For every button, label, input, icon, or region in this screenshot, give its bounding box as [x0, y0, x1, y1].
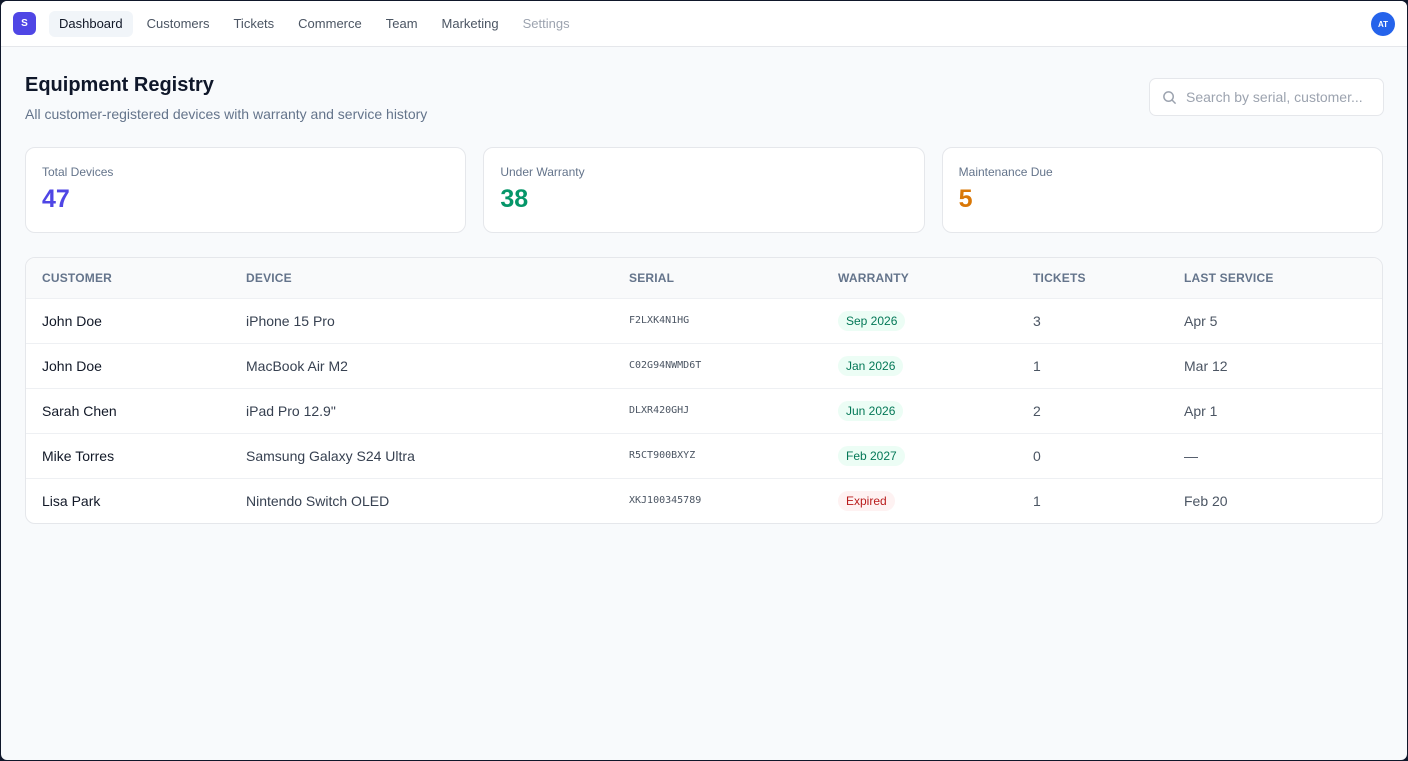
- cell-last-service: Mar 12: [1168, 343, 1382, 389]
- search-box[interactable]: [1149, 78, 1384, 116]
- cell-tickets: 2: [1017, 388, 1168, 434]
- column-header-warranty[interactable]: WARRANTY: [822, 258, 1017, 299]
- top-navbar: S Dashboard Customers Tickets Commerce T…: [1, 1, 1407, 47]
- stat-value: 47: [42, 185, 70, 213]
- cell-tickets: 0: [1017, 433, 1168, 479]
- stat-value: 5: [958, 185, 973, 213]
- warranty-badge: Jun 2026: [838, 400, 904, 421]
- cell-warranty: Feb 2027: [822, 433, 1017, 479]
- nav-item-customers[interactable]: Customers: [137, 11, 220, 37]
- cell-device: iPad Pro 12.9": [230, 388, 613, 434]
- column-header-customer[interactable]: CUSTOMER: [26, 258, 230, 299]
- cell-serial: DLXR420GHJ: [613, 388, 822, 434]
- cell-serial: F2LXK4N1HG: [613, 298, 822, 344]
- cell-last-service: —: [1168, 433, 1382, 479]
- equipment-table-card: CUSTOMER DEVICE SERIAL WARRANTY TICKETS …: [25, 257, 1383, 524]
- cell-serial: C02G94NWMD6T: [613, 343, 822, 389]
- stat-card-maintenance-due: Maintenance Due 5: [941, 147, 1383, 233]
- warranty-badge: Sep 2026: [838, 310, 906, 331]
- cell-warranty: Expired: [822, 478, 1017, 523]
- cell-device: Nintendo Switch OLED: [246, 492, 390, 509]
- table-row[interactable]: Lisa Park Nintendo Switch OLED XKJ100345…: [26, 478, 1382, 523]
- cell-device: iPhone 15 Pro: [230, 298, 613, 344]
- nav-item-marketing[interactable]: Marketing: [432, 11, 509, 37]
- stat-label: Under Warranty: [500, 165, 585, 179]
- equipment-table: CUSTOMER DEVICE SERIAL WARRANTY TICKETS …: [26, 258, 1382, 523]
- main-nav: Dashboard Customers Tickets Commerce Tea…: [49, 10, 580, 37]
- cell-tickets: 1: [1033, 492, 1041, 509]
- cell-customer: John Doe: [26, 343, 230, 389]
- user-avatar[interactable]: AT: [1371, 12, 1395, 36]
- stats-row: Total Devices 47 Under Warranty 38 Maint…: [25, 147, 1383, 233]
- cell-tickets: 1: [1017, 343, 1168, 389]
- search-icon: [1163, 90, 1177, 104]
- cell-warranty: Jun 2026: [822, 388, 1017, 434]
- warranty-badge: Feb 2027: [838, 445, 905, 466]
- column-header-serial[interactable]: SERIAL: [613, 258, 822, 299]
- stat-card-total-devices: Total Devices 47: [25, 147, 467, 233]
- stat-label: Total Devices: [42, 165, 114, 179]
- nav-item-commerce[interactable]: Commerce: [288, 11, 372, 37]
- column-header-last-service[interactable]: LAST SERVICE: [1168, 258, 1382, 299]
- table-header-row: CUSTOMER DEVICE SERIAL WARRANTY TICKETS …: [26, 258, 1382, 299]
- cell-customer: Sarah Chen: [26, 388, 230, 434]
- cell-customer: John Doe: [26, 298, 230, 344]
- cell-last-service: Feb 20: [1184, 492, 1228, 509]
- cell-serial: XKJ100345789: [629, 495, 702, 507]
- cell-customer: Lisa Park: [42, 492, 101, 509]
- cell-warranty: Jan 2026: [822, 343, 1017, 389]
- cell-tickets: 3: [1017, 298, 1168, 344]
- search-input[interactable]: [1186, 89, 1381, 105]
- table-row[interactable]: Sarah Chen iPad Pro 12.9" DLXR420GHJ Jun…: [26, 388, 1382, 434]
- nav-item-dashboard[interactable]: Dashboard: [49, 10, 133, 37]
- warranty-badge: Expired: [838, 490, 895, 511]
- cell-warranty: Sep 2026: [822, 298, 1017, 344]
- cell-device: Samsung Galaxy S24 Ultra: [230, 433, 613, 479]
- cell-customer: Mike Torres: [26, 433, 230, 479]
- table-row[interactable]: John Doe MacBook Air M2 C02G94NWMD6T Jan…: [26, 343, 1382, 389]
- column-header-device[interactable]: DEVICE: [230, 258, 613, 299]
- nav-item-settings[interactable]: Settings: [513, 11, 580, 37]
- cell-last-service: Apr 5: [1168, 298, 1382, 344]
- column-header-tickets[interactable]: TICKETS: [1017, 258, 1168, 299]
- stat-value: 38: [500, 185, 529, 213]
- nav-item-tickets[interactable]: Tickets: [223, 11, 284, 37]
- warranty-badge: Jan 2026: [838, 355, 904, 376]
- table-row[interactable]: Mike Torres Samsung Galaxy S24 Ultra R5C…: [26, 433, 1382, 479]
- table-row[interactable]: John Doe iPhone 15 Pro F2LXK4N1HG Sep 20…: [26, 298, 1382, 344]
- app-window: S Dashboard Customers Tickets Commerce T…: [1, 1, 1407, 760]
- cell-last-service: Apr 1: [1168, 388, 1382, 434]
- nav-item-team[interactable]: Team: [376, 11, 428, 37]
- page-subtitle: All customer-registered devices with war…: [25, 106, 428, 122]
- stat-label: Maintenance Due: [958, 165, 1053, 179]
- cell-serial: R5CT900BXYZ: [613, 433, 822, 479]
- app-logo[interactable]: S: [13, 12, 36, 35]
- cell-device: MacBook Air M2: [230, 343, 613, 389]
- page-title: Equipment Registry: [25, 74, 214, 96]
- stat-card-under-warranty: Under Warranty 38: [483, 147, 925, 233]
